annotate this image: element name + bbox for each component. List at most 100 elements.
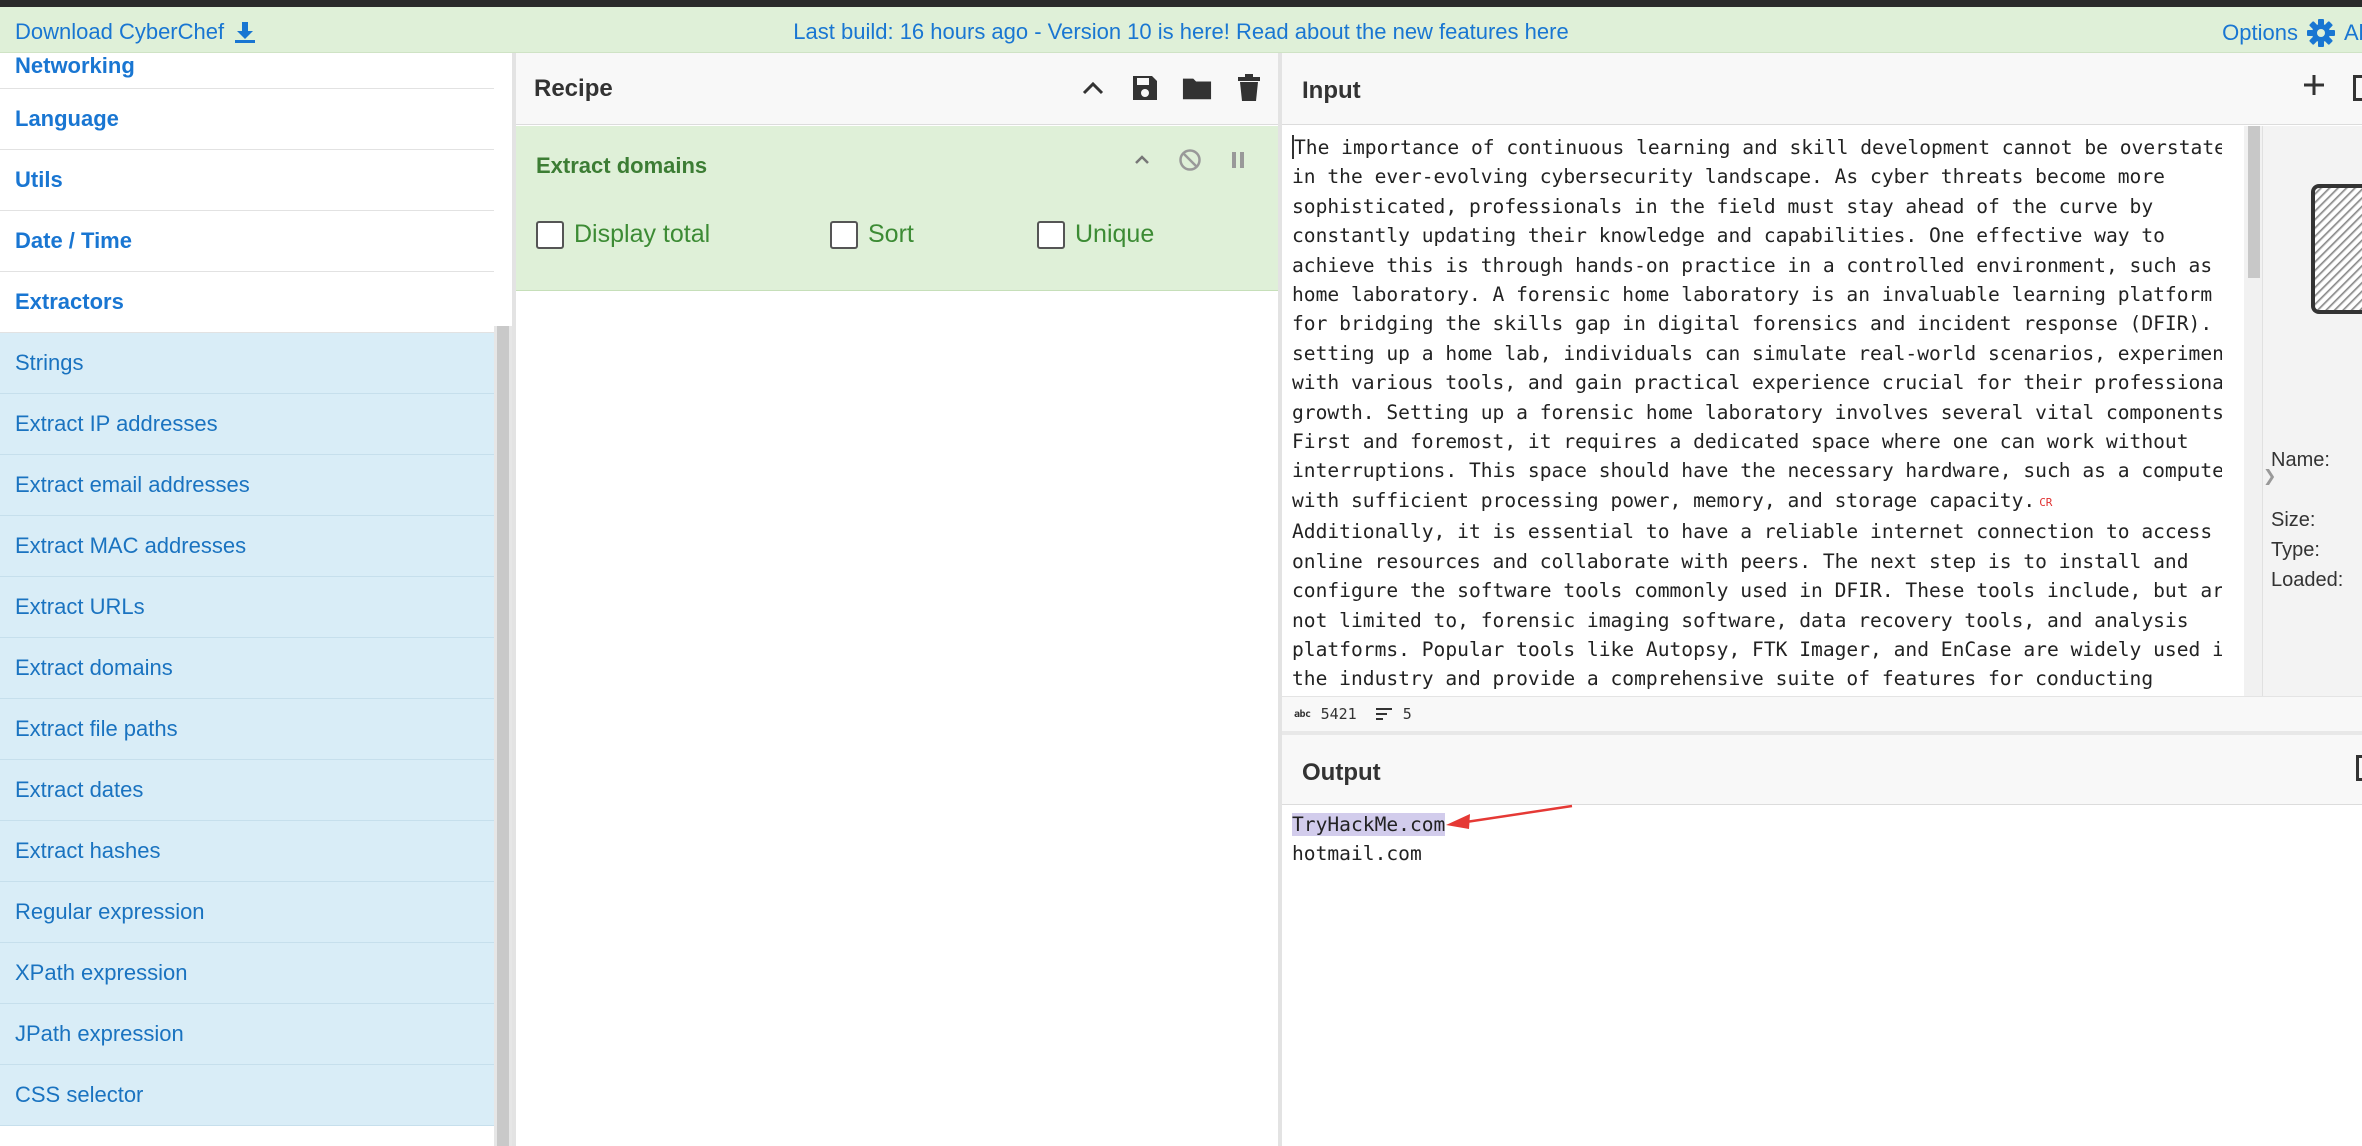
operation-extract-hashes[interactable]: Extract hashes [0,821,494,882]
operation-title: Extract domains [536,153,708,178]
output-header: Output [1282,735,2362,805]
input-line-count: 5 [1402,705,1412,723]
display-total-checkbox[interactable] [536,220,564,249]
input-line: The importance of continuous learning an… [1292,135,2222,159]
carriage-return-marker: CR [2039,495,2053,509]
file-name-label: Name: [2271,449,2330,471]
option-display-total[interactable]: Display total [536,220,710,249]
operation-extract-email-addresses[interactable]: Extract email addresses [0,455,494,516]
highlighted-output-domain: TryHackMe.com [1292,813,1446,836]
input-line: with various tools, and gain practical e… [1292,371,2222,395]
download-label: Download CyberChef [15,19,225,44]
input-line: in the ever-evolving cybersecurity lands… [1292,165,2165,189]
save-output-icon[interactable] [2356,755,2362,781]
open-file-icon[interactable] [2353,75,2362,101]
output-line: TryHackMe.com [1292,810,1446,839]
operation-xpath-expression[interactable]: XPath expression [0,943,494,1004]
operation-extract-file-paths[interactable]: Extract file paths [0,699,494,760]
input-line: not limited to, forensic imaging softwar… [1292,608,2189,632]
download-cyberchef-link[interactable]: Download CyberChef [15,19,256,45]
recipe-pane: Recipe Extract domains Display total Sor… [516,53,1278,1146]
window-top-strip [0,0,2362,7]
input-line: for bridging the skills gap in digital f… [1292,312,2222,336]
input-title: Input [1302,77,1361,104]
top-banner: Download CyberChef Last build: 16 hours … [0,7,2362,53]
input-length: 5421 [1320,705,1357,723]
input-header: Input [1282,53,2362,125]
operation-extract-mac-addresses[interactable]: Extract MAC addresses [0,516,494,577]
operation-strings[interactable]: Strings [0,333,494,394]
input-line: platforms. Popular tools like Autopsy, F… [1292,637,2222,661]
input-line: Additionally, it is essential to have a … [1292,520,2213,544]
input-line: sophisticated, professionals in the fiel… [1292,194,2154,218]
operation-extract-ip-addresses[interactable]: Extract IP addresses [0,394,494,455]
input-textarea[interactable]: The importance of continuous learning an… [1292,133,2222,695]
add-input-tab-icon[interactable] [2302,73,2326,97]
sidebar-scrollbar-thumb[interactable] [497,326,509,1146]
clear-recipe-trash-icon[interactable] [1234,73,1264,103]
input-line: growth. Setting up a forensic home labor… [1292,400,2222,424]
sort-checkbox[interactable] [830,220,858,249]
input-scrollbar[interactable] [2244,126,2262,696]
file-size-label: Size: [2271,509,2316,531]
output-pane: Output TryHackMe.com hotmail.com [1282,735,2362,1146]
input-line: setting up a home lab, individuals can s… [1292,341,2222,365]
download-icon [235,22,256,43]
output-title: Output [1302,759,1381,786]
category-language[interactable]: Language [0,89,494,150]
display-total-label: Display total [574,220,711,248]
save-recipe-icon[interactable] [1130,73,1160,103]
about-support-link[interactable]: About / Support [2344,20,2362,46]
category-utils[interactable]: Utils [0,150,494,211]
output-line: hotmail.com [1292,842,1422,866]
sidebar-scrollbar[interactable] [494,326,512,1146]
collapse-all-icon[interactable] [1078,73,1108,103]
input-line: constantly updating their knowledge and … [1292,224,2165,248]
abc-length-icon: abc [1294,708,1311,720]
unique-checkbox[interactable] [1037,220,1065,249]
operation-collapse-icon[interactable] [1128,146,1156,174]
file-type-label: Type: [2271,539,2320,561]
input-line: with sufficient processing power, memory… [1292,488,2053,512]
file-details-panel: ❯ Name: Size: Type: Loaded: [2262,126,2362,696]
option-sort[interactable]: Sort [830,220,914,249]
breakpoint-pause-icon[interactable] [1224,146,1252,174]
extractors-operation-list: Strings Extract IP addresses Extract ema… [0,333,494,1126]
build-notice-link[interactable]: Last build: 16 hours ago - Version 10 is… [793,19,1568,44]
input-line: achieve this is through hands-on practic… [1292,253,2222,277]
operation-css-selector[interactable]: CSS selector [0,1065,494,1126]
input-pane: Input The importance of continuous learn… [1282,53,2362,731]
load-recipe-folder-icon[interactable] [1182,73,1212,103]
option-unique[interactable]: Unique [1037,220,1154,249]
input-line: interruptions. This space should have th… [1292,459,2222,483]
operations-sidebar: Networking Language Utils Date / Time Ex… [0,53,512,1146]
file-loaded-label: Loaded: [2271,569,2344,591]
input-status-bar: abc 5421 5 [1282,696,2362,731]
operation-extract-dates[interactable]: Extract dates [0,760,494,821]
input-scrollbar-thumb[interactable] [2248,126,2260,278]
lines-icon [1375,708,1392,720]
operation-regular-expression[interactable]: Regular expression [0,882,494,943]
input-line: configure the software tools commonly us… [1292,579,2222,603]
operation-jpath-expression[interactable]: JPath expression [0,1004,494,1065]
category-networking[interactable]: Networking [0,53,494,89]
options-link[interactable]: Options [2222,20,2298,46]
operation-extract-domains[interactable]: Extract domains [0,638,494,699]
recipe-operation-extract-domains[interactable]: Extract domains [516,126,1278,291]
sort-label: Sort [868,220,914,248]
disable-operation-icon[interactable] [1176,146,1204,174]
category-extractors[interactable]: Extractors [0,272,494,333]
recipe-title: Recipe [534,74,613,102]
input-line: the industry and provide a comprehensive… [1292,667,2154,691]
input-line: online resources and collaborate with pe… [1292,549,2189,573]
file-thumbnail [2311,184,2362,314]
input-line: home laboratory. A forensic home laborat… [1292,283,2213,307]
category-date-time[interactable]: Date / Time [0,211,494,272]
gear-icon[interactable] [2306,18,2336,48]
build-notice: Last build: 16 hours ago - Version 10 is… [0,19,2362,45]
input-line: First and foremost, it requires a dedica… [1292,430,2189,454]
output-text[interactable]: TryHackMe.com hotmail.com [1292,810,1446,869]
unique-label: Unique [1075,220,1155,248]
operation-extract-urls[interactable]: Extract URLs [0,577,494,638]
red-annotation-arrow [1446,804,1573,829]
